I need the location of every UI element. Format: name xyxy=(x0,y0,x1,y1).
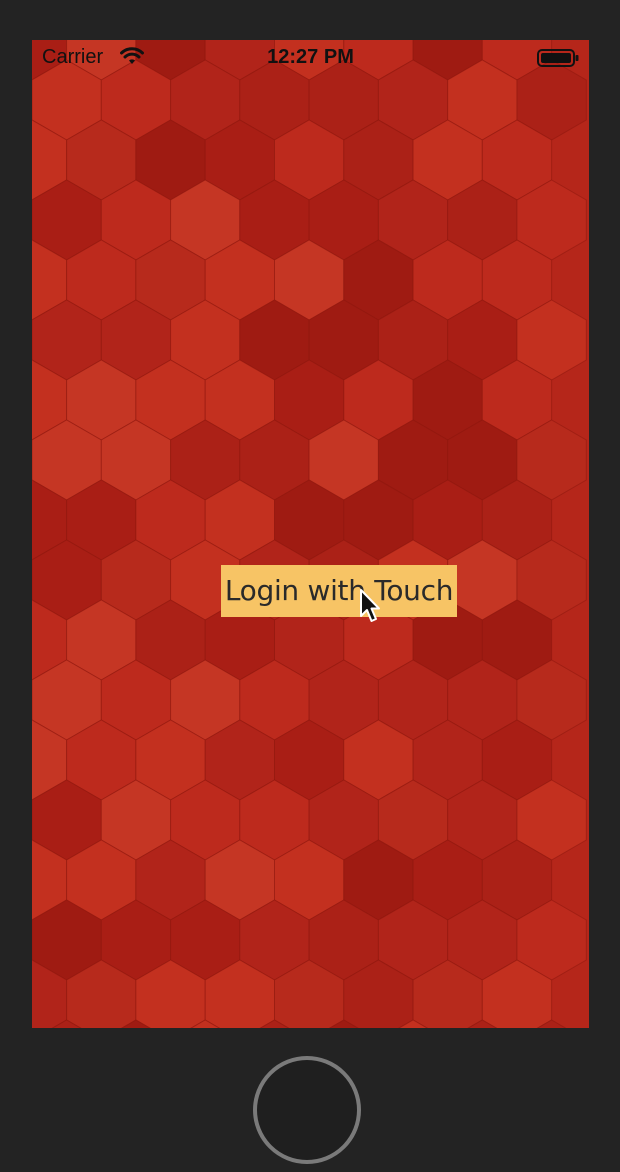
status-time: 12:27 PM xyxy=(267,46,354,68)
battery-icon xyxy=(537,49,579,67)
login-with-touch-button[interactable]: Login with Touch xyxy=(221,565,457,617)
home-button[interactable] xyxy=(253,1056,361,1164)
hexagon-background-pattern xyxy=(32,40,587,1028)
iphone-device-frame: Carrier 12:27 PM Login with Touch xyxy=(0,0,620,1172)
mouse-pointer-icon xyxy=(360,589,380,622)
status-bar: Carrier 12:27 PM xyxy=(32,40,589,78)
phone-screen: Carrier 12:27 PM Login with Touch xyxy=(32,40,589,1028)
